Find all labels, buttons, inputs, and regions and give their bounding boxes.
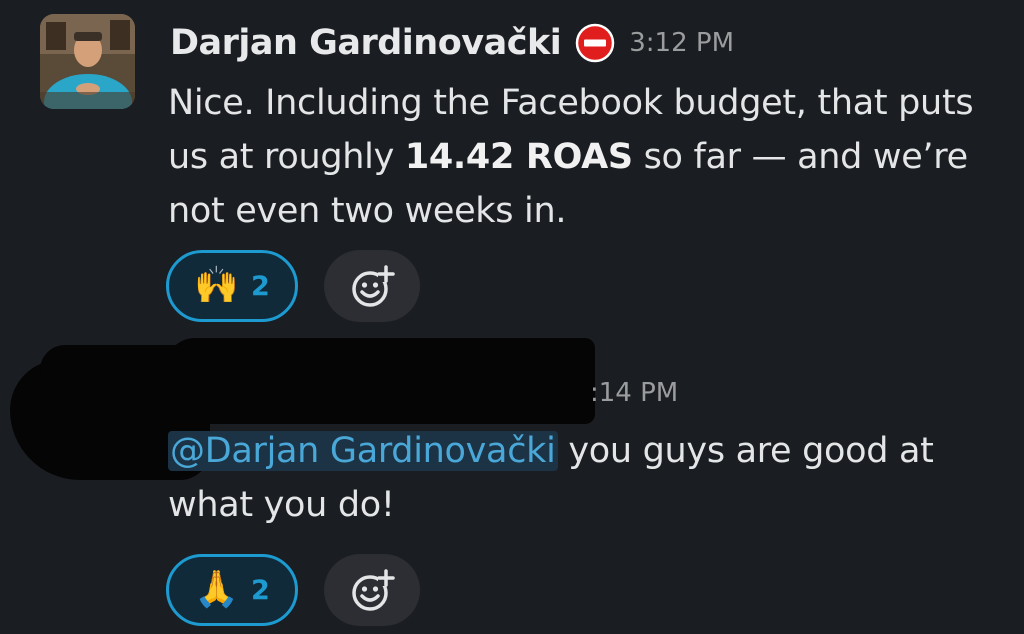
raised-hands-icon: 🙌	[194, 265, 240, 306]
add-reaction-icon	[352, 265, 395, 307]
add-reaction-icon	[352, 569, 395, 611]
message-bold-text: 14.42 ROAS	[404, 137, 633, 177]
reaction-count: 2	[251, 574, 270, 606]
reactions-bar: 🙏 2	[166, 554, 420, 626]
author-name[interactable]: Darjan Gardinovački	[170, 23, 562, 63]
chat-view: Darjan Gardinovački 3:12 PM Nice. Includ…	[0, 0, 1024, 634]
message-text: Nice. Including the Facebook budget, tha…	[168, 76, 998, 238]
user-mention[interactable]: @Darjan Gardinovački	[168, 431, 558, 471]
message-text: @Darjan Gardinovački you guys are good a…	[168, 424, 998, 532]
avatar[interactable]	[40, 14, 135, 109]
message-timestamp[interactable]: 3:12 PM	[629, 28, 734, 58]
reaction-button[interactable]: 🙏 2	[166, 554, 298, 626]
message-timestamp[interactable]: :14 PM	[590, 378, 678, 408]
folded-hands-icon: 🙏	[194, 569, 240, 610]
reaction-button[interactable]: 🙌 2	[166, 250, 298, 322]
reactions-bar: 🙌 2	[166, 250, 420, 322]
reaction-count: 2	[251, 270, 270, 302]
message-header: Darjan Gardinovački 3:12 PM	[170, 16, 734, 70]
redaction-mark	[165, 338, 595, 424]
add-reaction-button[interactable]	[324, 250, 420, 322]
no-entry-icon	[575, 23, 615, 63]
add-reaction-button[interactable]	[324, 554, 420, 626]
redaction-mark	[40, 345, 220, 395]
